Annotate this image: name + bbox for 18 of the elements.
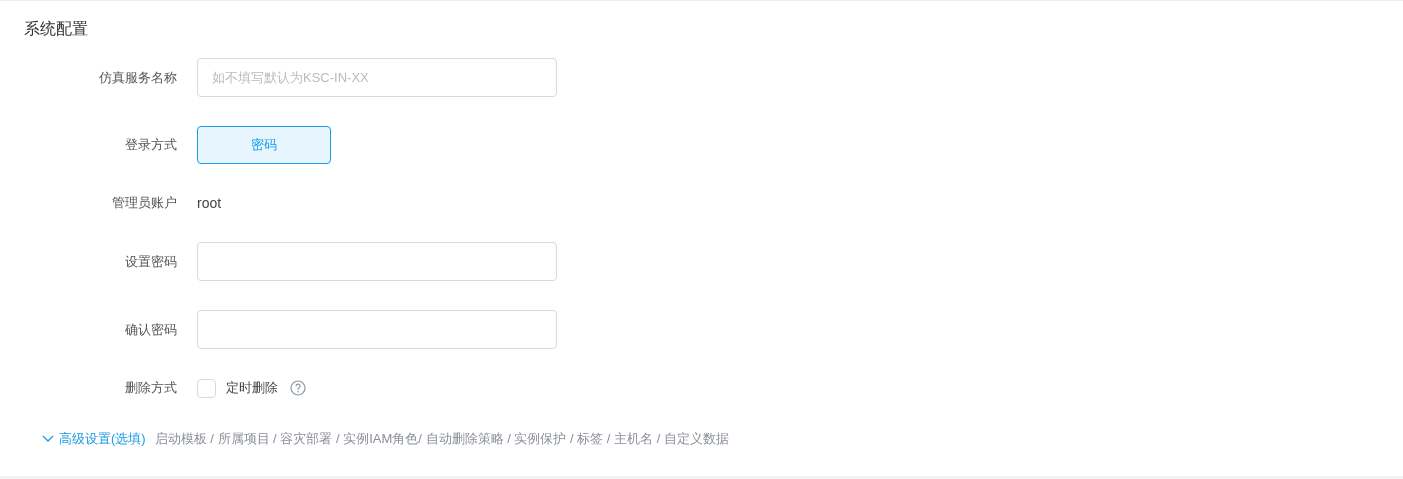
input-field[interactable]: 如不填写默认为KSC-IN-XX [197,58,557,97]
field-label: 确认密码 [124,320,177,339]
chevron-icon [42,435,54,443]
field-value: root [197,194,222,213]
help-icon[interactable] [290,380,306,396]
field-label: 删除方式 [124,379,177,398]
field-label: 管理员账户 [111,194,177,213]
section-title: 系统配置 [24,19,89,39]
input-field[interactable] [197,242,557,281]
advanced-settings-toggle[interactable]: 高级设置(选填) [42,429,146,449]
checkbox[interactable] [197,378,216,398]
input-field[interactable] [197,310,557,349]
option-button[interactable]: 密码 [197,126,331,164]
field-label: 登录方式 [124,136,177,155]
field-label: 设置密码 [124,252,177,271]
field-label: 仿真服务名称 [98,68,177,87]
checkbox-label[interactable]: 定时删除 [226,378,278,398]
advanced-summary: 启动模板 / 所属项目 / 容灾部署 / 实例IAM角色/ 自动删除策略 / 实例保护 / 标签 / 主机名 / 自定义数据 [154,430,729,449]
